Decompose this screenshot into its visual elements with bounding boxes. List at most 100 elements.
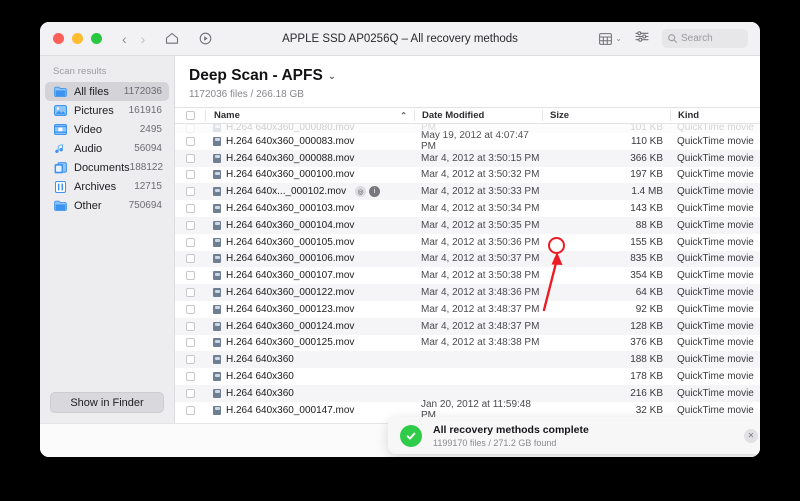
toast-close-button[interactable]: ✕ (744, 428, 758, 443)
row-file-name: H.264 640x360_000083.mov (226, 135, 355, 147)
row-checkbox[interactable] (175, 124, 205, 133)
window-body: Scan results All files 1172036 Pictures 161… (40, 56, 760, 454)
row-name-cell: H.264 640x360_000083.mov (205, 136, 414, 147)
film-icon (53, 123, 67, 136)
row-name-cell: H.264 640x360_000122.mov (205, 287, 414, 298)
row-actions[interactable]: ◎ i (355, 186, 381, 198)
row-file-name: H.264 640x360 (226, 387, 294, 399)
row-date-modified: Mar 4, 2012 at 3:48:36 PM (421, 287, 540, 299)
info-icon[interactable]: i (369, 186, 381, 198)
column-header-kind[interactable]: Kind (670, 110, 760, 121)
zoom-window-button[interactable] (91, 33, 102, 44)
row-checkbox[interactable] (175, 288, 205, 298)
row-name-cell: H.264 640x..._000102.mov ◎ i (205, 186, 414, 198)
row-checkbox[interactable] (175, 388, 205, 398)
row-name-cell: H.264 640x360_000088.mov (205, 153, 414, 164)
archive-icon (53, 180, 67, 193)
preview-eye-icon[interactable]: ◎ (355, 186, 367, 198)
sidebar-item-documents[interactable]: Documents 188122 (45, 158, 169, 177)
table-row[interactable]: H.264 640x360_000104.mov Mar 4, 2012 at … (175, 216, 760, 234)
table-row[interactable]: H.264 640x360_000088.mov Mar 4, 2012 at … (175, 149, 760, 167)
table-row[interactable]: H.264 640x360 188 KB QuickTime movie (175, 351, 760, 369)
table-row[interactable]: H.264 640x360_000083.mov May 19, 2012 at… (175, 130, 760, 152)
table-row[interactable]: H.264 640x360 178 KB QuickTime movie (175, 368, 760, 385)
app-window: ‹ › APPLE SSD AP0256Q – All recovery met… (40, 22, 760, 457)
sidebar-item-audio[interactable]: Audio 56094 (45, 139, 169, 158)
grid-view-button[interactable]: ⌄ (599, 32, 622, 45)
row-checkbox[interactable] (175, 204, 205, 214)
movie-file-icon (213, 220, 221, 230)
row-checkbox[interactable] (175, 170, 205, 180)
page-title[interactable]: Deep Scan - APFS ⌄ (189, 67, 760, 85)
row-checkbox[interactable] (175, 355, 205, 365)
search-icon (668, 34, 677, 43)
row-checkbox[interactable] (175, 153, 205, 163)
row-size: 128 KB (630, 320, 663, 332)
table-row[interactable]: H.264 640x360_000122.mov Mar 4, 2012 at … (175, 284, 760, 301)
row-name-cell: H.264 640x360_000106.mov (205, 253, 414, 264)
close-window-button[interactable] (53, 33, 64, 44)
column-header-date[interactable]: Date Modified (414, 110, 542, 121)
minimize-window-button[interactable] (72, 33, 83, 44)
chevron-down-icon[interactable]: ⌄ (328, 71, 336, 82)
row-checkbox[interactable] (175, 304, 205, 314)
table-row[interactable]: H.264 640x360_000103.mov Mar 4, 2012 at … (175, 200, 760, 217)
table-row[interactable]: H.264 640x360_000107.mov Mar 4, 2012 at … (175, 267, 760, 284)
sidebar-item-other[interactable]: Other 750694 (45, 196, 169, 215)
row-checkbox[interactable] (175, 187, 205, 197)
row-checkbox[interactable] (175, 237, 205, 247)
row-file-name: H.264 640x360_000123.mov (226, 303, 355, 315)
table-row[interactable]: H.264 640x360_000105.mov Mar 4, 2012 at … (175, 234, 760, 251)
sidebar-item-label: Documents (74, 161, 130, 174)
row-checkbox[interactable] (175, 372, 205, 382)
row-kind: QuickTime movie (677, 371, 754, 383)
play-circle-icon[interactable] (199, 32, 212, 45)
forward-chevron-icon[interactable]: › (141, 32, 146, 46)
row-kind: QuickTime movie (677, 303, 754, 315)
table-row[interactable]: H.264 640x360_000080.mov May 19, 2012 at… (175, 124, 760, 133)
checkbox-box (185, 237, 195, 247)
home-icon[interactable] (165, 32, 179, 45)
table-row[interactable]: H.264 640x..._000102.mov ◎ i Mar 4, 2012… (175, 183, 760, 201)
back-chevron-icon[interactable]: ‹ (122, 32, 127, 46)
checkbox-box (185, 153, 195, 163)
show-in-finder-button[interactable]: Show in Finder (50, 392, 164, 413)
sidebar-item-archives[interactable]: Archives 12715 (45, 177, 169, 196)
sidebar-item-list: All files 1172036 Pictures 161916 Video 2495 A… (40, 82, 174, 215)
row-kind: QuickTime movie (677, 219, 754, 231)
movie-file-icon (213, 355, 221, 365)
column-header-size[interactable]: Size (542, 110, 670, 121)
movie-file-icon (213, 388, 221, 398)
row-checkbox[interactable] (175, 321, 205, 331)
file-table-body[interactable]: H.264 640x360_000080.mov May 19, 2012 at… (175, 124, 760, 423)
row-checkbox[interactable] (175, 136, 205, 146)
row-size: 155 KB (630, 236, 663, 248)
folder-icon (53, 199, 67, 212)
column-header-name[interactable]: Name ⌃ (205, 110, 414, 121)
sliders-filter-icon[interactable] (635, 30, 649, 48)
row-file-name: H.264 640x360_000104.mov (226, 219, 355, 231)
row-size: 835 KB (630, 253, 663, 265)
row-kind: QuickTime movie (677, 287, 754, 299)
row-size: 1.4 MB (631, 186, 663, 198)
sidebar-item-pictures[interactable]: Pictures 161916 (45, 101, 169, 120)
row-checkbox[interactable] (175, 271, 205, 281)
sidebar-item-count: 1172036 (123, 86, 162, 97)
sidebar-item-all-files[interactable]: All files 1172036 (45, 82, 169, 101)
row-checkbox[interactable] (175, 220, 205, 230)
search-input[interactable]: Search (662, 29, 748, 48)
table-row[interactable]: H.264 640x360_000106.mov Mar 4, 2012 at … (175, 250, 760, 268)
row-checkbox[interactable] (175, 405, 205, 415)
row-checkbox[interactable] (175, 338, 205, 348)
sidebar-item-video[interactable]: Video 2495 (45, 120, 169, 139)
row-name-cell: H.264 640x360_000104.mov (205, 220, 414, 231)
table-row[interactable]: H.264 640x360_000125.mov Mar 4, 2012 at … (175, 335, 760, 352)
table-row[interactable]: H.264 640x360_000123.mov Mar 4, 2012 at … (175, 301, 760, 318)
checkbox-box (185, 388, 195, 398)
select-all-checkbox[interactable] (175, 111, 205, 120)
row-size: 216 KB (630, 387, 663, 399)
row-size: 64 KB (635, 287, 663, 299)
row-checkbox[interactable] (175, 254, 205, 264)
table-row[interactable]: H.264 640x360_000100.mov Mar 4, 2012 at … (175, 167, 760, 184)
table-row[interactable]: H.264 640x360_000124.mov Mar 4, 2012 at … (175, 317, 760, 335)
